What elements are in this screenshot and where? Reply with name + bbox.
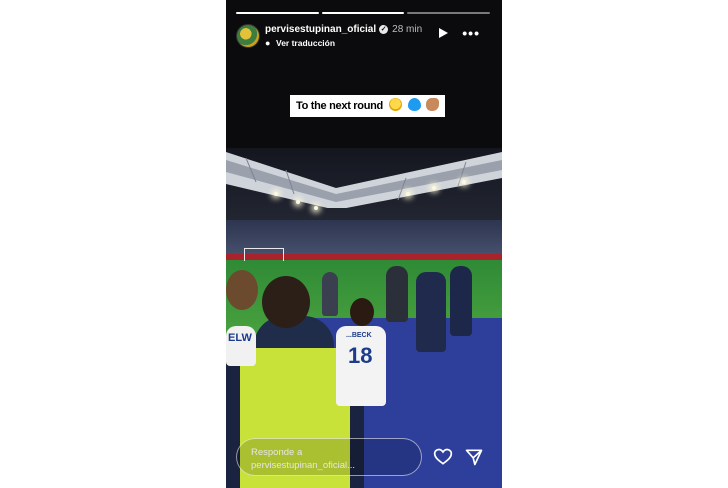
player-figure xyxy=(386,266,408,322)
head xyxy=(350,298,374,326)
caption-text: To the next round xyxy=(296,100,383,112)
blue-heart-emoji-icon xyxy=(407,98,421,111)
reply-placeholder-line1: Responde a xyxy=(251,447,303,458)
floodlight xyxy=(274,192,278,196)
jersey-name-left: ELW xyxy=(228,332,252,344)
flexed-biceps-emoji-icon xyxy=(426,98,440,111)
username-line[interactable]: pervisestupinan_oficial ✓ 28 min xyxy=(265,24,422,35)
avatar[interactable] xyxy=(236,24,260,48)
head xyxy=(262,276,310,328)
goal-frame xyxy=(244,248,284,261)
reply-placeholder-line2: pervisestupinan_oficial... xyxy=(251,460,356,471)
floodlight xyxy=(314,206,318,210)
progress-segment xyxy=(321,12,405,14)
floodlight xyxy=(406,192,410,196)
player-figure xyxy=(416,272,446,352)
floodlight xyxy=(462,180,466,184)
star-struck-emoji-icon xyxy=(388,98,402,111)
floodlight xyxy=(432,186,436,190)
head xyxy=(226,270,258,310)
reply-input[interactable]: Responde a pervisestupinan_oficial... xyxy=(236,438,422,476)
story-header: pervisestupinan_oficial ✓ 28 min ● Ver tra… xyxy=(236,22,492,50)
jersey-number: 18 xyxy=(348,343,373,368)
verified-badge-icon: ✓ xyxy=(379,25,389,34)
timestamp: 28 min xyxy=(392,24,423,35)
jersey-name-right: ...BECK xyxy=(346,332,372,339)
more-options-icon[interactable]: ••• xyxy=(462,25,480,41)
player-figure xyxy=(322,272,338,316)
translate-icon: ● xyxy=(265,38,271,48)
translate-link[interactable]: Ver traducción xyxy=(276,38,335,48)
floodlight xyxy=(296,200,300,204)
username[interactable]: pervisestupinan_oficial xyxy=(265,24,376,35)
heart-icon[interactable] xyxy=(433,447,453,467)
story-viewer[interactable]: pervisestupinan_oficial ✓ 28 min ● Ver tra… xyxy=(226,0,502,488)
progress-segment xyxy=(236,12,319,14)
story-progress-bar xyxy=(236,12,491,15)
progress-segment xyxy=(407,12,491,14)
stadium-roof xyxy=(226,152,502,208)
story-photo: ELW ...BECK 18 xyxy=(226,148,502,488)
story-caption: To the next round xyxy=(290,95,446,117)
player-figure xyxy=(450,266,472,336)
send-icon[interactable] xyxy=(464,447,484,467)
play-icon[interactable] xyxy=(439,28,448,38)
